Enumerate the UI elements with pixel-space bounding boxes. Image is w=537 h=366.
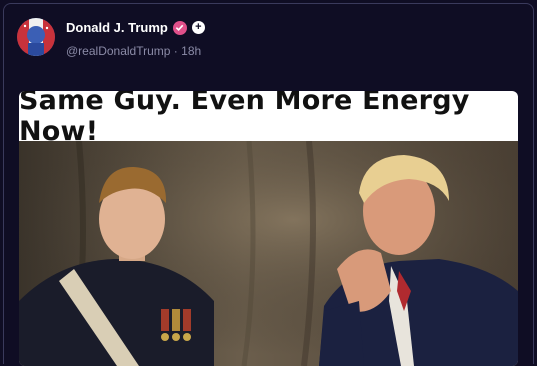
author-name[interactable]: Donald J. Trump <box>66 20 168 35</box>
media-photo <box>19 141 518 366</box>
separator: · <box>173 44 178 58</box>
author-handle[interactable]: @realDonaldTrump <box>66 44 170 58</box>
post-media[interactable]: Same Guy. Even More Energy Now! <box>19 91 518 366</box>
handle-row: @realDonaldTrump · 18h <box>66 44 201 58</box>
media-headline: Same Guy. Even More Energy Now! <box>19 91 470 147</box>
verified-check-icon <box>172 20 187 35</box>
avatar[interactable] <box>17 18 55 56</box>
author-row: Donald J. Trump + <box>66 20 205 35</box>
post-time[interactable]: 18h <box>181 44 201 58</box>
plus-icon[interactable]: + <box>191 21 205 34</box>
